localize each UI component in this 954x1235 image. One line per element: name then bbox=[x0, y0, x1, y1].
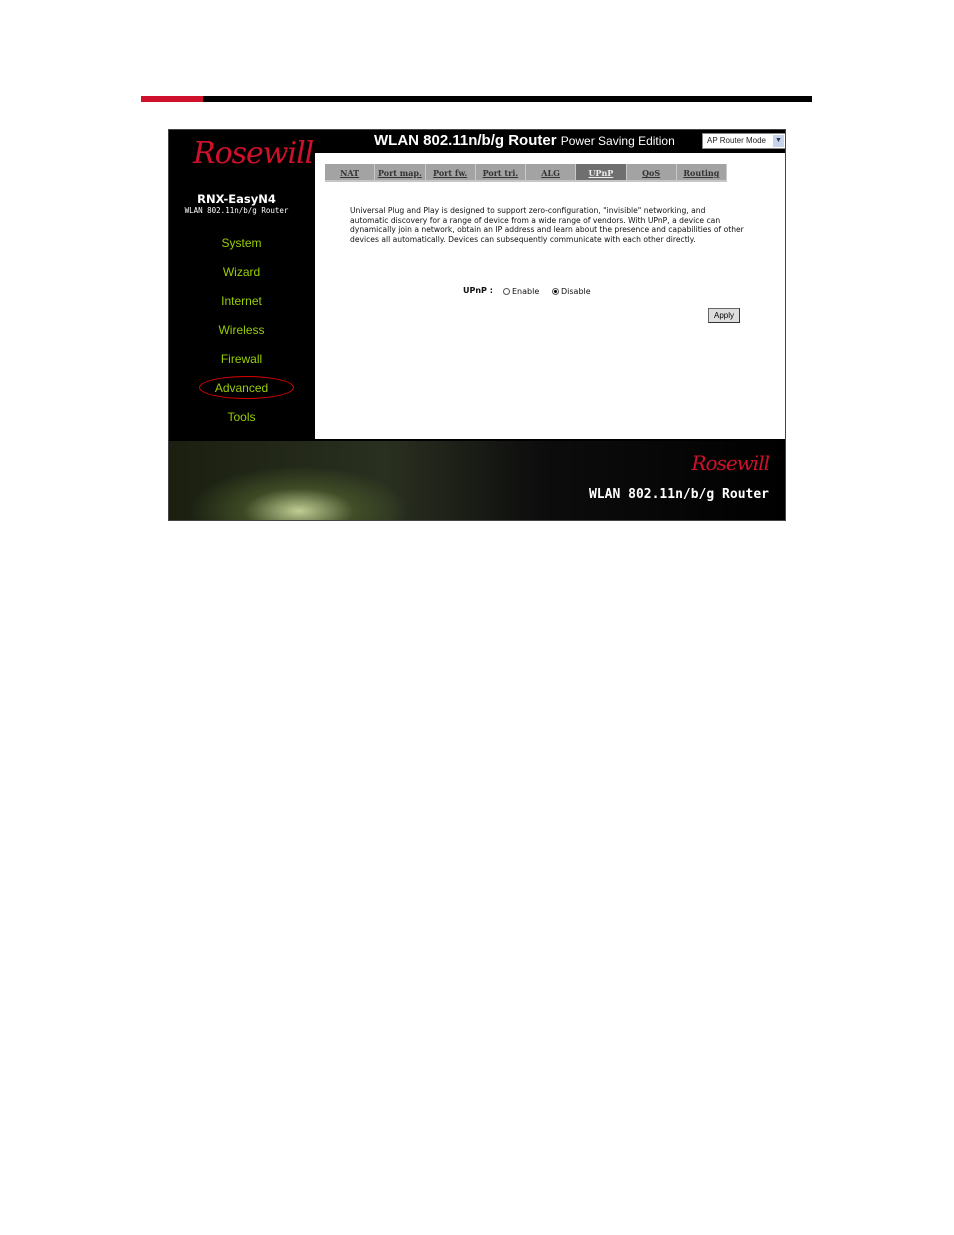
tab-port-tri[interactable]: Port tri. bbox=[476, 164, 526, 180]
rosewill-logo: Rosewill bbox=[193, 136, 314, 171]
sidebar-item-system[interactable]: System bbox=[169, 236, 314, 250]
enable-label: Enable bbox=[512, 287, 540, 296]
sidebar-item-internet[interactable]: Internet bbox=[169, 294, 314, 308]
apply-button[interactable]: Apply bbox=[708, 308, 740, 323]
router-ui-frame: Rosewill RNX-EasyN4 WLAN 802.11n/b/g Rou… bbox=[168, 129, 786, 521]
upnp-disable-radio[interactable]: Disable bbox=[552, 287, 591, 296]
disable-label: Disable bbox=[561, 287, 591, 296]
sidebar-item-tools[interactable]: Tools bbox=[169, 410, 314, 424]
footer-logo: Rosewill bbox=[691, 451, 770, 475]
mode-select[interactable]: AP Router Mode ▼ bbox=[702, 133, 785, 149]
header-rule-red bbox=[141, 96, 203, 102]
title-main: WLAN 802.11n/b/g Router bbox=[374, 132, 557, 149]
radio-checked-icon[interactable] bbox=[552, 288, 559, 295]
radio-icon[interactable] bbox=[503, 288, 510, 295]
title-edition: Power Saving Edition bbox=[560, 134, 675, 148]
header-rule-black bbox=[203, 96, 812, 102]
tab-nat[interactable]: NAT bbox=[325, 164, 376, 180]
footer-title: WLAN 802.11n/b/g Router bbox=[588, 487, 769, 502]
tab-bar: NAT Port map. Port fw. Port tri. ALG UPn… bbox=[325, 164, 727, 182]
sidebar-item-wireless[interactable]: Wireless bbox=[169, 323, 314, 337]
footer-banner: Rosewill WLAN 802.11n/b/g Router bbox=[169, 441, 785, 520]
sidebar-item-firewall[interactable]: Firewall bbox=[169, 352, 314, 366]
chevron-down-icon[interactable]: ▼ bbox=[773, 135, 784, 147]
sidebar-item-wizard[interactable]: Wizard bbox=[169, 265, 314, 279]
tab-alg[interactable]: ALG bbox=[526, 164, 577, 180]
upnp-enable-radio[interactable]: Enable bbox=[503, 287, 539, 296]
tab-port-fw[interactable]: Port fw. bbox=[426, 164, 476, 180]
content-panel: NAT Port map. Port fw. Port tri. ALG UPn… bbox=[315, 153, 785, 439]
upnp-label: UPnP : bbox=[463, 286, 493, 295]
sidebar-item-advanced[interactable]: Advanced bbox=[169, 381, 314, 395]
tab-routing[interactable]: Routing bbox=[677, 164, 727, 180]
tab-upnp[interactable]: UPnP bbox=[576, 164, 627, 180]
tab-port-map[interactable]: Port map. bbox=[375, 164, 426, 180]
page-title: WLAN 802.11n/b/g Router Power Saving Edi… bbox=[374, 132, 675, 149]
mode-select-value: AP Router Mode bbox=[707, 136, 766, 145]
model-name: RNX-EasyN4 bbox=[197, 192, 276, 206]
model-subtitle: WLAN 802.11n/b/g Router bbox=[184, 206, 289, 215]
tab-qos[interactable]: QoS bbox=[627, 164, 677, 180]
upnp-description: Universal Plug and Play is designed to s… bbox=[350, 206, 744, 244]
